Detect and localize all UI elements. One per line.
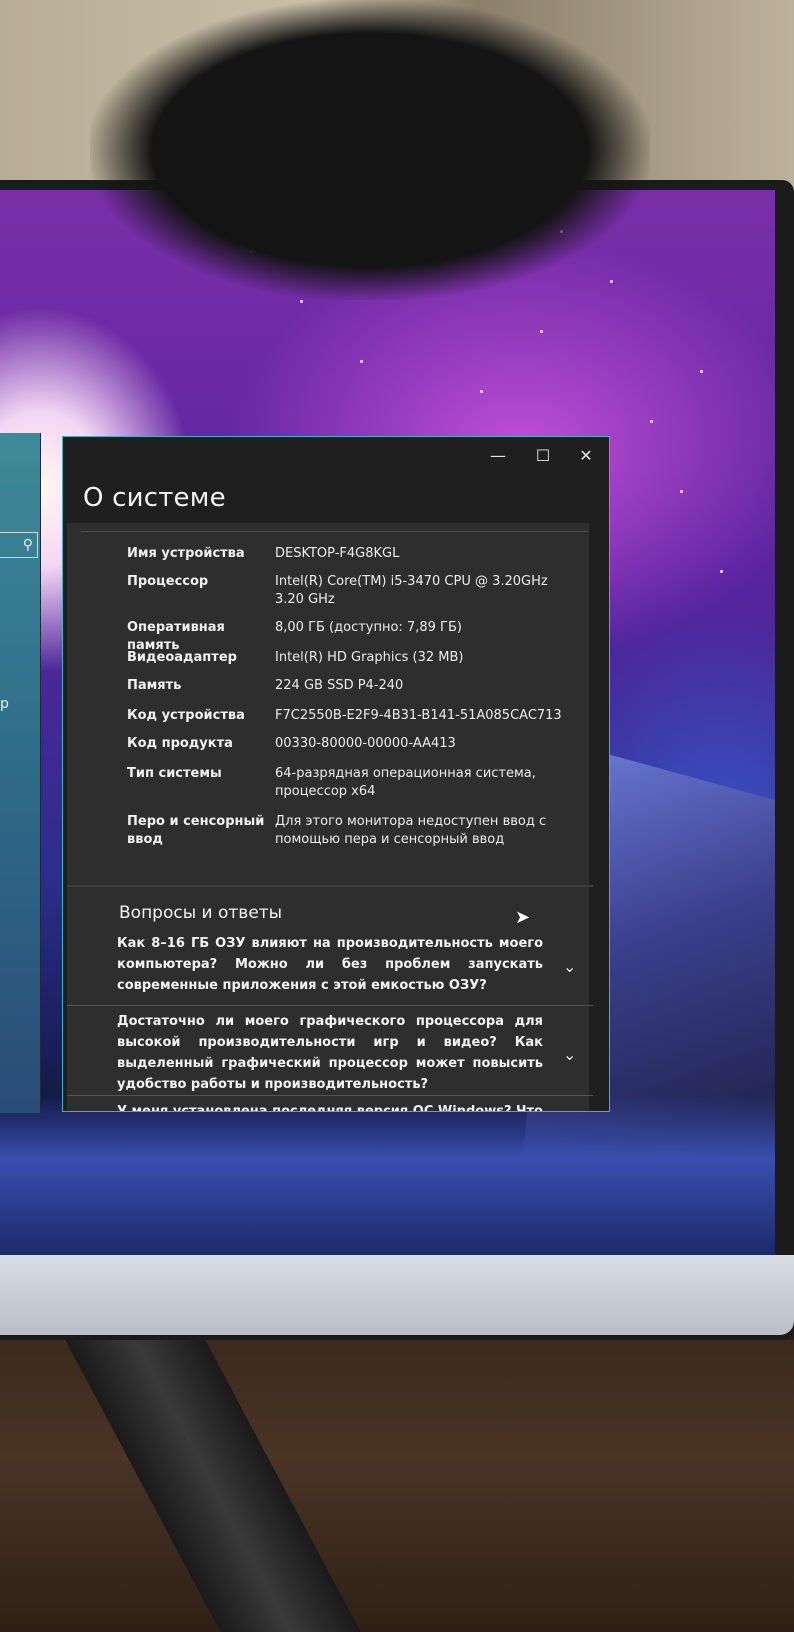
- spec-label: Процессор: [127, 574, 209, 589]
- phone-shadow: [90, 0, 650, 300]
- divider: [67, 1005, 593, 1006]
- spec-value: F7C2550B-E2F9-4B31-B141-51A085CAC713: [275, 708, 562, 723]
- page-title: О системе: [83, 483, 226, 513]
- title-bar: — ☐ ✕: [63, 437, 609, 475]
- qa-question: Как 8–16 ГБ ОЗУ влияют на производительн…: [117, 936, 543, 993]
- spec-label: Код продукта: [127, 736, 233, 751]
- spec-label: Видеоадаптер: [127, 650, 237, 665]
- spec-label: Память: [127, 678, 182, 693]
- spec-value: 64-разрядная операционная система, проце…: [275, 766, 536, 799]
- search-icon: ⚲: [22, 537, 33, 553]
- forest-silhouette: [0, 1095, 775, 1255]
- section-divider: [67, 885, 593, 887]
- spec-label: Код устройства: [127, 708, 245, 723]
- chevron-down-icon[interactable]: ⌄: [563, 957, 576, 976]
- spec-label: Тип системы: [127, 766, 222, 781]
- about-system-window: — ☐ ✕ О системе Имя устройства DESKTOP-F…: [62, 436, 610, 1112]
- settings-search-box[interactable]: ⚲: [0, 532, 38, 558]
- spec-value: Intel(R) Core(TM) i5-3470 CPU @ 3.20GHz …: [275, 574, 548, 607]
- close-icon: ✕: [579, 446, 593, 465]
- mouse-cursor-icon: ➤: [515, 907, 531, 928]
- monitor-bottom-bezel: [0, 1255, 794, 1335]
- minimize-icon: —: [490, 446, 506, 465]
- spec-value: 00330-80000-00000-AA413: [275, 736, 456, 751]
- divider: [81, 531, 589, 532]
- maximize-icon: ☐: [535, 446, 551, 465]
- chevron-down-icon[interactable]: ⌄: [563, 1045, 576, 1064]
- divider: [67, 1095, 593, 1096]
- spec-label: Перо и сенсорный ввод: [127, 814, 265, 847]
- spec-value: 8,00 ГБ (доступно: 7,89 ГБ): [275, 620, 462, 635]
- spec-value: DESKTOP-F4G8KGL: [275, 546, 400, 561]
- spec-label: Имя устройства: [127, 546, 245, 561]
- spec-value: Для этого монитора недоступен ввод с пом…: [275, 814, 547, 847]
- close-button[interactable]: ✕: [571, 445, 601, 467]
- maximize-button[interactable]: ☐: [528, 445, 558, 467]
- spec-value: 224 GB SSD P4-240: [275, 678, 404, 693]
- qa-question: Достаточно ли моего графического процесс…: [117, 1014, 543, 1092]
- qa-section-title: Вопросы и ответы: [119, 903, 283, 923]
- device-specs-panel: Имя устройства DESKTOP-F4G8KGL Процессор…: [67, 523, 593, 1112]
- minimize-button[interactable]: —: [483, 445, 513, 467]
- qa-question: У меня установлена последняя версия ОС W…: [117, 1104, 543, 1112]
- settings-nav-fragment: р: [0, 696, 9, 712]
- spec-value: Intel(R) HD Graphics (32 MB): [275, 650, 464, 665]
